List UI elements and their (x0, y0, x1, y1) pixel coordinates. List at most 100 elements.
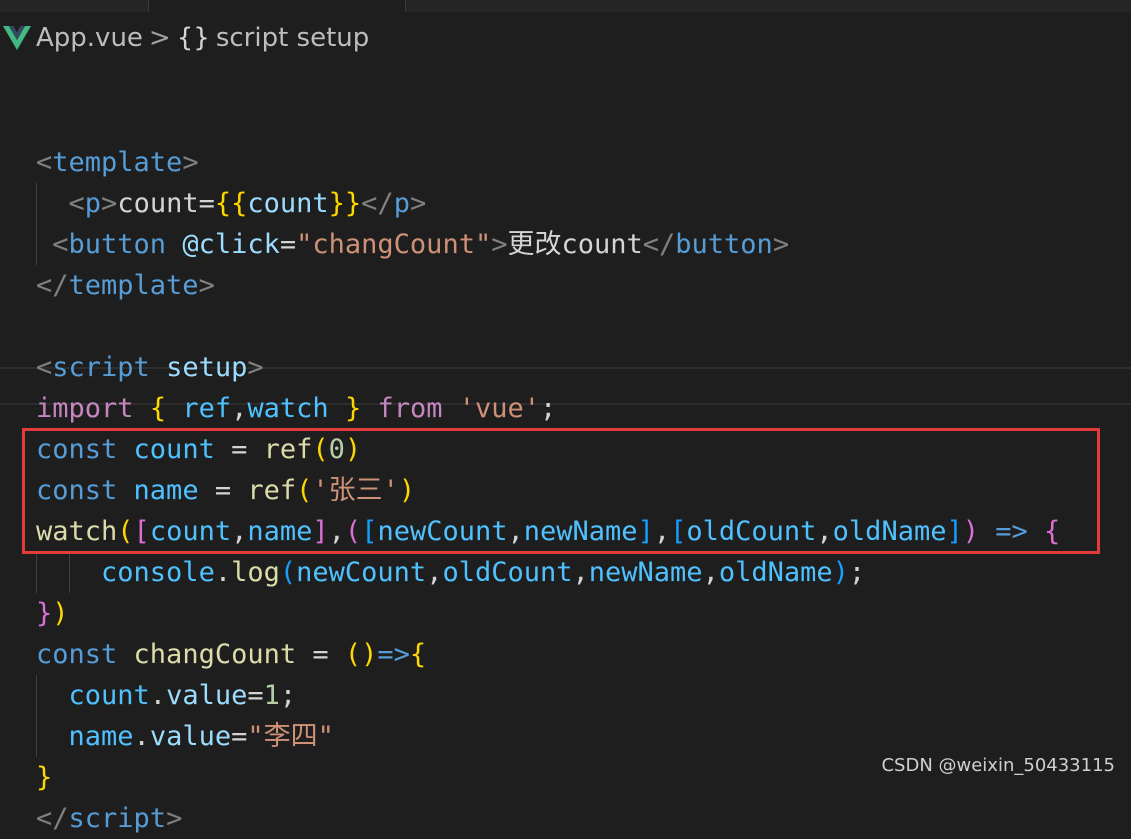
code-token: . (149, 680, 167, 711)
vue-logo-icon (0, 18, 34, 58)
code-token: script (52, 352, 150, 383)
code-token: value (166, 680, 248, 711)
code-token: button (675, 229, 773, 260)
code-token: > (491, 229, 508, 260)
code-token: = (231, 721, 248, 752)
code-token: < (36, 352, 53, 383)
code-token: { (409, 639, 427, 670)
code-token: ; (848, 557, 866, 588)
code-token: ref (182, 393, 232, 424)
code-token: count= (117, 188, 215, 219)
indent-guide (36, 224, 37, 265)
code-token: script (68, 803, 167, 834)
code-token: oldName (718, 557, 833, 588)
code-token: p (84, 188, 102, 219)
code-token: . (214, 557, 232, 588)
code-token: log (231, 557, 280, 588)
code-token: count (247, 188, 329, 219)
code-token: > (182, 147, 199, 178)
code-token: newName (588, 557, 703, 588)
code-token: ) (52, 598, 69, 629)
code-token: value (149, 721, 232, 752)
active-tab[interactable] (148, 0, 406, 12)
editor-tab-strip (0, 0, 1131, 12)
code-token: </ (361, 188, 394, 219)
code-token: < (36, 188, 85, 219)
code-token: } (36, 598, 53, 629)
code-token: ; (279, 680, 297, 711)
code-token: > (101, 188, 118, 219)
code-token: }} (328, 188, 362, 219)
code-token: button (68, 229, 167, 260)
code-token: @click (182, 229, 280, 260)
indent-guide (36, 183, 37, 224)
code-token: { (149, 393, 167, 424)
code-token: = (247, 680, 264, 711)
code-token: oldCount (442, 557, 573, 588)
code-line: name.value="李四" (36, 716, 1060, 757)
code-token: template (68, 270, 199, 301)
code-token: 1 (263, 680, 280, 711)
code-token: count (68, 680, 150, 711)
code-token: , (231, 393, 248, 424)
code-token: = (279, 229, 297, 260)
code-line: <p>count={{count}}</p> (36, 183, 1060, 224)
code-token: newCount (296, 557, 427, 588)
code-token: () (344, 639, 378, 670)
code-line: <template> (36, 142, 1060, 183)
code-token: } (344, 393, 362, 424)
code-token: > (409, 188, 427, 219)
highlight-box (22, 428, 1100, 554)
breadcrumb-file[interactable]: App.vue (36, 23, 143, 53)
code-token: "changCount" (296, 229, 492, 260)
indent-guide (36, 552, 37, 593)
code-token: < (36, 229, 69, 260)
code-token: , (702, 557, 719, 588)
code-line: const changCount = ()=>{ (36, 634, 1060, 675)
code-line: console.log(newCount,oldCount,newName,ol… (36, 552, 1060, 593)
code-line: <button @click="changCount">更改count</but… (36, 224, 1060, 265)
code-token: p (393, 188, 410, 219)
code-token: name (68, 721, 134, 752)
code-token: const (36, 639, 118, 670)
code-token: > (166, 803, 183, 834)
code-token: 更改count (507, 229, 643, 260)
code-token: 'vue' (458, 393, 541, 424)
code-token: console (101, 557, 215, 588)
code-token: </ (642, 229, 676, 260)
code-token: "李四" (247, 721, 334, 752)
code-line: <script setup> (36, 347, 1060, 388)
code-token: , (426, 557, 443, 588)
code-token: from (377, 393, 443, 424)
code-token: => (377, 639, 410, 670)
code-token: > (198, 270, 215, 301)
watermark: CSDN @weixin_50433115 (881, 755, 1115, 776)
code-token: </ (36, 270, 69, 301)
code-token: import (36, 393, 134, 424)
indent-guide (69, 552, 70, 593)
code-token: {{ (214, 188, 248, 219)
code-token: } (36, 762, 53, 793)
breadcrumb: App.vue > {} script setup (0, 18, 369, 58)
breadcrumb-symbol[interactable]: script setup (216, 23, 369, 53)
code-line: }) (36, 593, 1060, 634)
code-line: </template> (36, 265, 1060, 306)
code-token: ( (279, 557, 297, 588)
code-token: > (772, 229, 790, 260)
code-line: </script> (36, 798, 1060, 839)
braces-icon: {} (176, 23, 210, 53)
indent-guide (36, 716, 37, 757)
code-token: changCount (133, 639, 297, 670)
code-token: ) (832, 557, 849, 588)
code-token: ; (540, 393, 557, 424)
code-token: = (296, 639, 345, 670)
